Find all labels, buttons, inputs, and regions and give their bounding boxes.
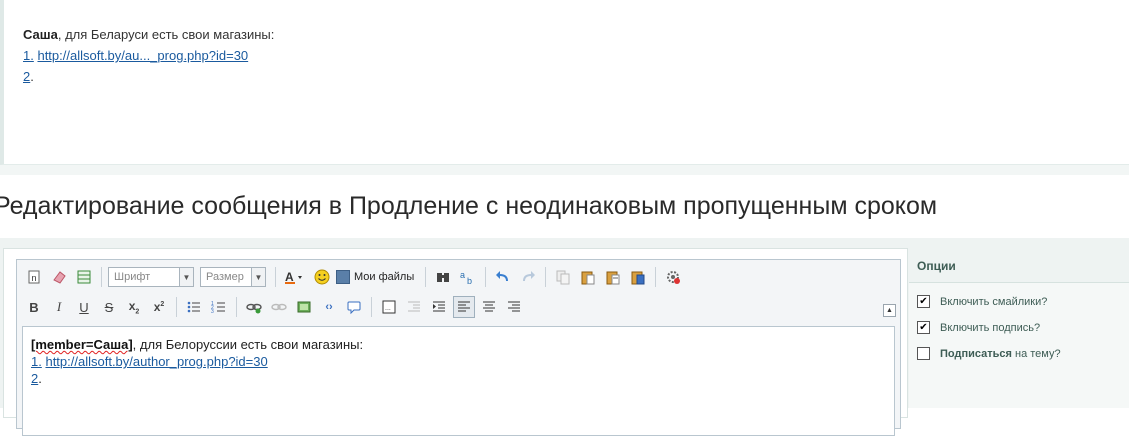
quoted-post: Саша, для Беларуси есть свои магазины: 1… (0, 0, 1129, 165)
svg-text:b: b (467, 276, 472, 285)
rich-text-editor: n Шрифт ▼ Размер ▼ A Мои файлы a b B I U… (16, 259, 901, 436)
chevron-down-icon: ▼ (179, 268, 193, 286)
font-color-icon[interactable]: A (282, 266, 308, 288)
smilies-label: Включить смайлики? (940, 295, 1048, 308)
code-icon[interactable]: ‹› (318, 296, 340, 318)
toolbar-separator (655, 267, 657, 287)
editor-text: , для Белоруссии есть свои магазины: (132, 337, 364, 352)
align-center-icon[interactable] (478, 296, 500, 318)
quote-link-1[interactable]: http://allsoft.by/au..._prog.php?id=30 (37, 48, 248, 63)
redo-icon[interactable] (517, 266, 539, 288)
options-panel: Опции ✔ Включить смайлики? ✔ Включить по… (909, 248, 1129, 408)
quote-text: , для Беларуси есть свои магазины: (57, 27, 275, 42)
replace-icon[interactable]: ab (457, 266, 479, 288)
spoiler-icon[interactable]: ... (378, 296, 400, 318)
font-select[interactable]: Шрифт ▼ (108, 267, 194, 287)
collapse-toolbar-icon[interactable]: ▲ (883, 304, 896, 317)
subscribe-label-bold: Подписаться (940, 347, 1012, 360)
subscript-icon[interactable]: x2 (123, 296, 145, 318)
eraser-icon[interactable] (48, 266, 70, 288)
editor-link-1-num[interactable]: 1. (31, 354, 42, 369)
svg-text:a: a (460, 270, 465, 280)
toolbar-separator (425, 267, 427, 287)
svg-text:3: 3 (211, 309, 214, 315)
copy-icon[interactable] (552, 266, 574, 288)
italic-icon[interactable]: I (48, 296, 70, 318)
page-title: Редактирование сообщения в Продление с н… (0, 192, 938, 220)
toolbar-separator (275, 267, 276, 287)
toolbar-separator (371, 297, 372, 317)
unlink-icon[interactable] (268, 296, 290, 318)
editor-link-1[interactable]: http://allsoft.by/author_prog.php?id=30 (45, 354, 267, 369)
toolbar-row-1: n Шрифт ▼ Размер ▼ A Мои файлы a b (23, 264, 687, 290)
quote-link-1-num[interactable]: 1. (23, 48, 34, 63)
svg-text:...: ... (385, 305, 391, 312)
font-select-label: Шрифт (114, 271, 151, 283)
quote-link-2-dot: . (30, 69, 34, 84)
option-subscribe[interactable]: Подписаться на тему? (917, 347, 1061, 360)
paste-word-icon[interactable] (627, 266, 649, 288)
option-smilies[interactable]: ✔ Включить смайлики? (917, 295, 1047, 308)
superscript-icon[interactable]: x2 (148, 296, 170, 318)
my-files-label: Мои файлы (354, 271, 415, 283)
toolbar-separator (101, 267, 102, 287)
paste-icon[interactable] (577, 266, 599, 288)
signature-checkbox[interactable]: ✔ (917, 321, 930, 334)
settings-icon[interactable] (662, 266, 684, 288)
outdent-icon[interactable] (403, 296, 425, 318)
image-icon[interactable] (293, 296, 315, 318)
signature-label: Включить подпись? (940, 321, 1041, 334)
paste-text-icon[interactable] (602, 266, 624, 288)
bold-icon[interactable]: B (23, 296, 45, 318)
underline-icon[interactable]: U (73, 296, 95, 318)
toolbar-separator (485, 267, 487, 287)
svg-text:n: n (32, 273, 37, 283)
source-toggle-icon[interactable]: n (23, 266, 45, 288)
align-left-icon[interactable] (453, 296, 475, 318)
subscribe-label-rest: на тему? (1011, 347, 1061, 360)
chevron-down-icon: ▼ (251, 268, 265, 286)
toolbar-separator (236, 297, 237, 317)
member-tag: [member=Саша] (31, 337, 133, 352)
bullet-list-icon[interactable] (183, 296, 205, 318)
subscribe-checkbox[interactable] (917, 347, 930, 360)
numbered-list-icon[interactable]: 123 (208, 296, 230, 318)
options-title: Опции (909, 248, 1129, 283)
toolbar-row-2: B I U S x2 x2 123 ‹› ... (23, 294, 528, 320)
post-body: Саша, для Беларуси есть свои магазины: 1… (23, 24, 274, 87)
insert-table-icon[interactable] (73, 266, 95, 288)
files-icon (336, 270, 350, 284)
undo-icon[interactable] (492, 266, 514, 288)
svg-text:A: A (285, 270, 294, 284)
size-select-label: Размер (206, 271, 244, 283)
editor-link-2-dot: . (38, 371, 42, 386)
quote-author: Саша (23, 27, 58, 42)
strikethrough-icon[interactable]: S (98, 296, 120, 318)
option-signature[interactable]: ✔ Включить подпись? (917, 321, 1040, 334)
smiley-icon[interactable] (311, 266, 333, 288)
toolbar-separator (545, 267, 547, 287)
align-right-icon[interactable] (503, 296, 525, 318)
find-icon[interactable] (432, 266, 454, 288)
message-textarea[interactable]: [member=Саша], для Белоруссии есть свои … (22, 326, 895, 436)
divider-band (0, 165, 1129, 175)
link-icon[interactable] (243, 296, 265, 318)
indent-icon[interactable] (428, 296, 450, 318)
quote-icon[interactable] (343, 296, 365, 318)
size-select[interactable]: Размер ▼ (200, 267, 266, 287)
editor-wrapper: n Шрифт ▼ Размер ▼ A Мои файлы a b B I U… (3, 248, 908, 436)
toolbar-separator (176, 297, 177, 317)
my-files-button[interactable]: Мои файлы (336, 270, 414, 284)
smilies-checkbox[interactable]: ✔ (917, 295, 930, 308)
